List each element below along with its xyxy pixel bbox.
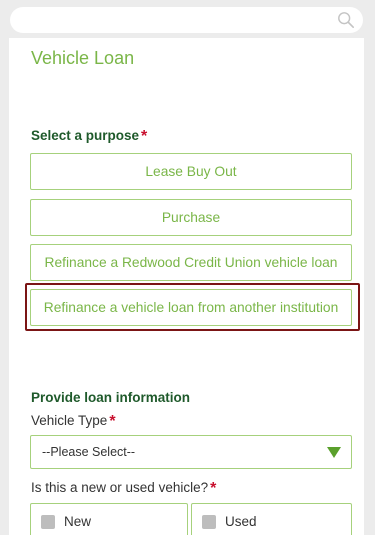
top-bar [0, 0, 375, 38]
required-mark: * [141, 128, 148, 145]
search-icon[interactable] [337, 11, 355, 29]
purpose-option-refinance-redwood[interactable]: Refinance a Redwood Credit Union vehicle… [30, 244, 352, 281]
required-mark: * [109, 413, 116, 430]
vehicle-type-select[interactable]: --Please Select-- [30, 435, 352, 469]
purpose-option-purchase[interactable]: Purchase [30, 199, 352, 236]
condition-option-new[interactable]: New [30, 503, 188, 535]
loan-form-card: Vehicle Loan Select a purpose * Lease Buy… [9, 38, 364, 535]
purpose-heading: Select a purpose * [31, 127, 147, 145]
vehicle-type-selected-value: --Please Select-- [42, 445, 136, 459]
purpose-option-refinance-other[interactable]: Refinance a vehicle loan from another in… [30, 289, 352, 326]
required-mark: * [210, 480, 217, 497]
checkbox-icon [202, 515, 216, 529]
condition-label: Is this a new or used vehicle? * [31, 479, 216, 497]
page-title: Vehicle Loan [31, 48, 135, 68]
purpose-heading-text: Select a purpose [31, 128, 140, 143]
checkbox-icon [41, 515, 55, 529]
condition-option-label: New [64, 514, 92, 529]
vehicle-type-label-text: Vehicle Type [31, 413, 108, 428]
search-input[interactable] [10, 7, 363, 33]
condition-label-text: Is this a new or used vehicle? [31, 480, 209, 495]
condition-option-label: Used [225, 514, 257, 529]
purpose-option-lease-buy-out[interactable]: Lease Buy Out [30, 153, 352, 190]
loan-info-heading: Provide loan information [31, 390, 191, 405]
triangle-down-icon [327, 447, 341, 458]
condition-option-used[interactable]: Used [191, 503, 352, 535]
vehicle-type-label: Vehicle Type * [31, 412, 116, 430]
